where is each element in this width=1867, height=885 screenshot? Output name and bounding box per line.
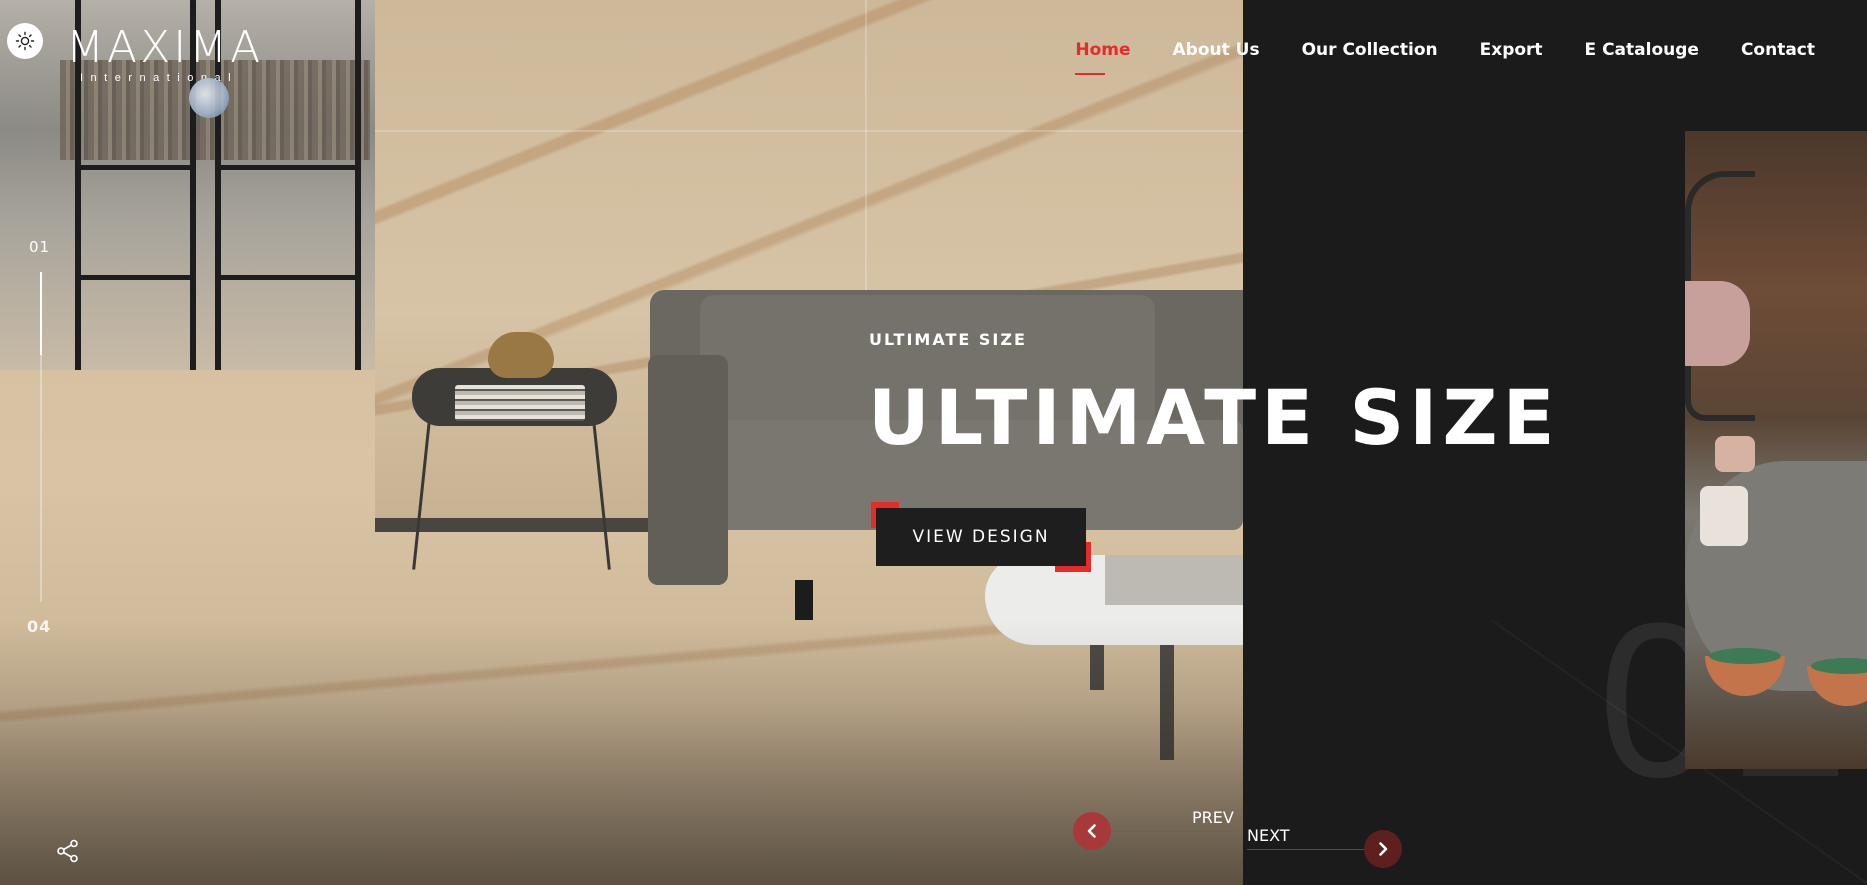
- window-frame: [355, 0, 361, 370]
- sofa-arm: [648, 355, 728, 585]
- view-design-cta: VIEW DESIGN: [871, 502, 1091, 572]
- brand-tagline: International: [80, 72, 239, 84]
- prev-slide-button[interactable]: [1073, 812, 1111, 850]
- chevron-right-icon: [1379, 842, 1388, 856]
- pot: [1715, 436, 1755, 472]
- window-frame: [215, 275, 360, 280]
- share-icon: [57, 839, 78, 863]
- logo-globe-icon: [189, 78, 229, 118]
- next-slide-preview[interactable]: [1685, 131, 1867, 769]
- nav-our-collection[interactable]: Our Collection: [1302, 40, 1438, 60]
- nav-about-us[interactable]: About Us: [1173, 40, 1260, 60]
- vase: [488, 332, 554, 378]
- sofa-leg: [795, 580, 813, 620]
- brand-logo[interactable]: MAXIMA International: [66, 22, 264, 85]
- nav-e-catalogue[interactable]: E Catalouge: [1585, 40, 1699, 60]
- coffee-table-book: [1105, 555, 1243, 605]
- hero-title: ULTIMATE SIZE: [868, 373, 1560, 462]
- chair-cushion: [1685, 281, 1750, 366]
- chevron-left-icon: [1087, 824, 1096, 838]
- book-stack: [455, 385, 585, 421]
- theme-toggle-button[interactable]: [7, 23, 43, 59]
- coffee-table-leg: [1160, 630, 1174, 760]
- nav-export[interactable]: Export: [1480, 40, 1543, 60]
- next-line: [1247, 849, 1364, 850]
- slide-progress-fill: [40, 272, 42, 355]
- tile-joint: [375, 130, 1243, 132]
- bowl: [1807, 658, 1867, 706]
- view-design-button[interactable]: VIEW DESIGN: [876, 508, 1086, 566]
- window-frame: [75, 165, 195, 170]
- main-navigation: Home About Us Our Collection Export E Ca…: [1075, 40, 1815, 75]
- brand-name: MAXIMA: [66, 22, 264, 73]
- slide-total-number: 04: [27, 617, 52, 636]
- window-frame: [215, 165, 360, 170]
- slide-current-number: 01: [29, 238, 51, 256]
- nav-contact[interactable]: Contact: [1741, 40, 1815, 60]
- slide-progress-track: [40, 272, 42, 602]
- share-button[interactable]: [55, 838, 81, 864]
- window-frame: [75, 275, 195, 280]
- cup: [1700, 486, 1748, 546]
- hero-kicker: ULTIMATE SIZE: [869, 330, 1027, 349]
- prev-label[interactable]: PREV: [1192, 808, 1234, 827]
- next-slide-button[interactable]: [1364, 830, 1402, 868]
- nav-home[interactable]: Home: [1075, 40, 1131, 75]
- prev-line: [1111, 831, 1236, 832]
- next-label[interactable]: NEXT: [1247, 826, 1290, 845]
- sun-icon: [15, 31, 35, 51]
